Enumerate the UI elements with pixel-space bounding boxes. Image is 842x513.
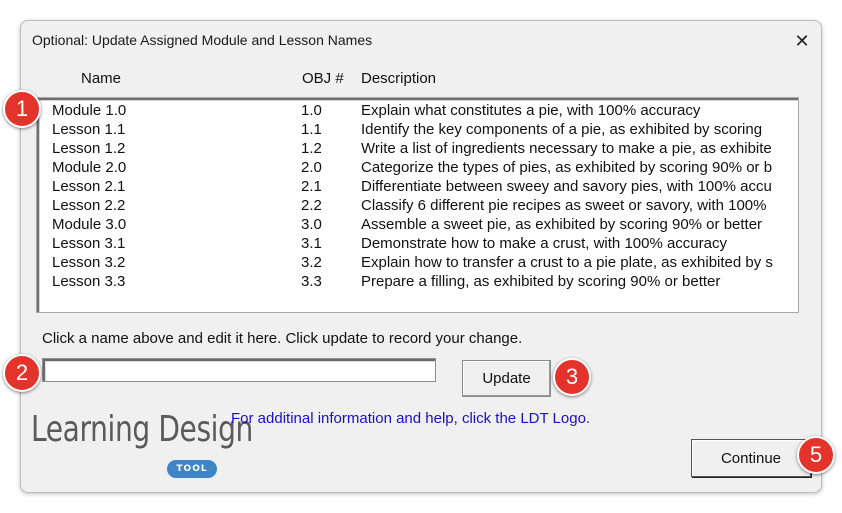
row-description: Differentiate between sweey and savory p… [361,178,772,195]
row-obj: 2.0 [301,159,322,176]
logo-tool-tag: TOOL [167,460,217,478]
row-description: Explain what constitutes a pie, with 100… [361,102,701,119]
continue-button[interactable]: Continue [691,439,811,477]
column-header-description: Description [361,70,437,87]
row-obj: 1.2 [301,140,322,157]
list-item[interactable]: Module 3.0 3.0 Assemble a sweet pie, as ex… [37,215,798,234]
column-header-obj: OBJ # [302,70,344,87]
list-item[interactable]: Lesson 3.1 3.1 Demonstrate how to make a c… [37,234,798,253]
row-obj: 3.0 [301,216,322,233]
title-bar: Optional: Update Assigned Module and Les… [21,21,821,61]
dialog-window: Optional: Update Assigned Module and Les… [20,20,822,493]
row-obj: 3.1 [301,235,322,252]
edit-instruction: Click a name above and edit it here. Cli… [42,330,523,347]
dialog-title: Optional: Update Assigned Module and Les… [32,32,373,48]
list-item[interactable]: Lesson 3.2 3.2 Explain how to transfer a c… [37,253,798,272]
row-obj: 1.1 [301,121,322,138]
update-button[interactable]: Update [462,360,551,397]
row-obj: 3.2 [301,254,322,271]
column-header-name: Name [81,70,122,87]
module-lesson-list[interactable]: Module 1.0 1.0 Explain what constitutes a … [36,97,799,313]
list-item[interactable]: Module 2.0 2.0 Categorize the types of pie… [37,158,798,177]
step-badge-2: 2 [3,354,41,392]
list-item[interactable]: Lesson 1.1 1.1 Identify the key components… [37,120,798,139]
name-edit-input[interactable] [42,358,436,382]
list-item[interactable]: Lesson 3.3 3.3 Prepare a filling, as exhib… [37,272,798,291]
step-badge-5: 5 [797,436,835,474]
row-description: Write a list of ingredients necessary to… [361,140,772,157]
row-name: Module 3.0 [52,216,127,233]
row-obj: 1.0 [301,102,322,119]
row-name: Lesson 1.2 [52,140,126,157]
row-obj: 2.2 [301,197,322,214]
row-name: Lesson 3.2 [52,254,126,271]
row-obj: 3.3 [301,273,322,290]
row-description: Identify the key components of a pie, as… [361,121,763,138]
row-description: Classify 6 different pie recipes as swee… [361,197,767,214]
row-name: Lesson 2.2 [52,197,126,214]
row-name: Lesson 3.1 [52,235,126,252]
list-item[interactable]: Lesson 2.2 2.2 Classify 6 different pie re… [37,196,798,215]
step-badge-3: 3 [553,358,591,396]
ldt-logo[interactable]: Learning Design TOOL [31,409,253,483]
row-description: Assemble a sweet pie, as exhibited by sc… [361,216,763,233]
list-item[interactable]: Lesson 1.2 1.2 Write a list of ingredients… [37,139,798,158]
close-icon[interactable]: ✕ [785,26,819,56]
row-name: Lesson 2.1 [52,178,126,195]
row-description: Categorize the types of pies, as exhibit… [361,159,773,176]
row-name: Module 2.0 [52,159,127,176]
help-link[interactable]: For additinal information and help, clic… [231,410,590,427]
row-obj: 2.1 [301,178,322,195]
row-description: Explain how to transfer a crust to a pie… [361,254,773,271]
logo-text: Learning Design [31,409,253,450]
row-name: Lesson 3.3 [52,273,126,290]
list-item[interactable]: Lesson 2.1 2.1 Differentiate between sweey… [37,177,798,196]
step-badge-1: 1 [3,90,41,128]
row-name: Module 1.0 [52,102,127,119]
row-description: Demonstrate how to make a crust, with 10… [361,235,727,252]
list-item[interactable]: Module 1.0 1.0 Explain what constitutes a … [37,101,798,120]
row-description: Prepare a filling, as exhibited by scori… [361,273,721,290]
row-name: Lesson 1.1 [52,121,126,138]
